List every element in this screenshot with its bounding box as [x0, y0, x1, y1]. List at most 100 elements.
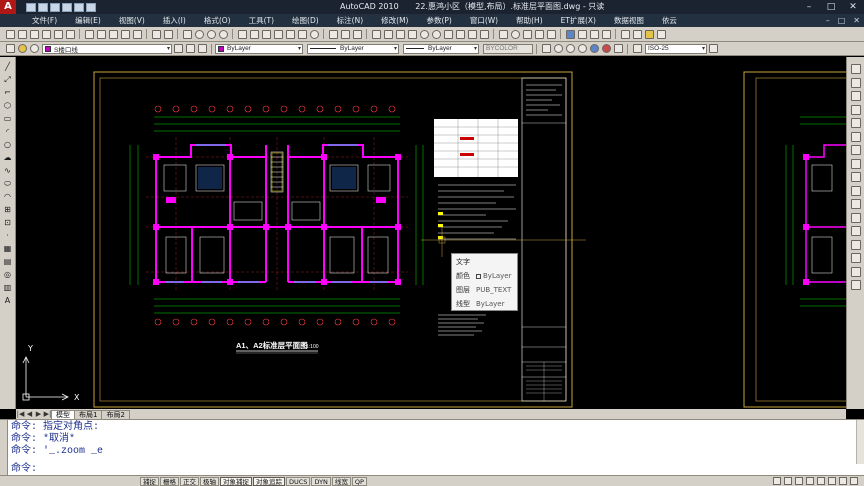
rotate-icon[interactable]: [850, 145, 861, 155]
layer-match-icon[interactable]: [197, 44, 207, 53]
markup-icon[interactable]: [285, 29, 295, 39]
zoom-realtime-icon[interactable]: [194, 29, 204, 39]
lineweight-dropdown[interactable]: ByLayer ▾: [403, 43, 479, 54]
menu-edit[interactable]: 编辑(E): [75, 15, 101, 26]
ellipse-icon[interactable]: ⬭: [3, 179, 13, 189]
menu-format[interactable]: 格式(O): [204, 15, 231, 26]
annotation-scale-icon[interactable]: [817, 477, 825, 485]
layer-on-icon[interactable]: [17, 44, 27, 53]
dim-update-icon[interactable]: [546, 29, 556, 39]
otrack-toggle[interactable]: 对象追踪: [253, 476, 285, 486]
doc-minimize-button[interactable]: –: [826, 14, 830, 27]
break-at-point-icon[interactable]: [850, 212, 861, 223]
print-icon[interactable]: [41, 29, 51, 39]
paste-icon[interactable]: [108, 29, 118, 39]
continue-dim-icon[interactable]: [479, 29, 489, 39]
fillet-icon[interactable]: [850, 266, 861, 277]
menu-help[interactable]: 帮助(H): [516, 15, 543, 26]
dim-text-edit-icon[interactable]: [534, 29, 544, 39]
menu-view[interactable]: 视图(V): [119, 15, 145, 26]
layer-previous-icon[interactable]: [185, 44, 195, 53]
offset-icon[interactable]: [850, 104, 861, 115]
layer-properties-icon[interactable]: [328, 29, 338, 39]
ducs-toggle[interactable]: DUCS: [286, 476, 311, 486]
make-block-icon[interactable]: ⊡: [3, 218, 13, 228]
menu-draw[interactable]: 绘图(D): [292, 15, 319, 26]
layer-previous-icon[interactable]: [352, 29, 362, 39]
insert-block-icon[interactable]: ⊞: [3, 205, 13, 215]
tolerance-icon[interactable]: [498, 29, 508, 39]
color-dropdown[interactable]: ByLayer ▾: [215, 43, 303, 54]
arc-length-icon[interactable]: [395, 29, 405, 39]
ellipse-arc-icon[interactable]: ◠: [3, 192, 13, 202]
osnap-endpoint-icon[interactable]: [553, 44, 563, 53]
layer-state-icon[interactable]: [340, 29, 350, 39]
zoom-window-icon[interactable]: [206, 29, 216, 39]
tab-layout2[interactable]: 布局2: [101, 410, 130, 419]
ordinate-dim-icon[interactable]: [407, 29, 417, 39]
pan-icon[interactable]: [182, 29, 192, 39]
copy-object-icon[interactable]: [850, 77, 861, 88]
match-properties-icon[interactable]: [120, 29, 130, 39]
trim-icon[interactable]: [850, 185, 861, 196]
zoom-status-icon[interactable]: [806, 477, 814, 485]
save-icon[interactable]: [29, 29, 39, 39]
doc-close-button[interactable]: ✕: [853, 14, 860, 27]
quick-dim-icon[interactable]: [455, 29, 465, 39]
center-mark-icon[interactable]: [510, 29, 520, 39]
hatch-icon[interactable]: ▦: [3, 244, 13, 254]
command-window-grip[interactable]: [0, 420, 8, 476]
tool-palettes-icon[interactable]: [261, 29, 271, 39]
doc-restore-button[interactable]: □: [838, 14, 846, 27]
extend-icon[interactable]: [850, 199, 861, 209]
maximize-button[interactable]: □: [820, 0, 842, 14]
undo-icon[interactable]: [151, 29, 161, 39]
point-icon[interactable]: ·: [3, 231, 13, 241]
join-icon[interactable]: [850, 239, 861, 250]
model-space-icon[interactable]: [773, 477, 781, 485]
explode-icon[interactable]: [850, 280, 861, 290]
linear-dim-icon[interactable]: [371, 29, 381, 39]
polyline-icon[interactable]: ⌐: [3, 88, 13, 98]
grid-toggle[interactable]: 栅格: [160, 476, 179, 486]
line-icon[interactable]: ╱: [3, 62, 13, 72]
material-icon[interactable]: [601, 44, 611, 53]
snap-toggle[interactable]: 捕捉: [140, 476, 159, 486]
dim-edit-icon[interactable]: [522, 29, 532, 39]
menu-yiyun[interactable]: 依云: [662, 15, 677, 26]
aligned-dim-icon[interactable]: [383, 29, 393, 39]
revision-cloud-icon[interactable]: ☁: [3, 153, 13, 163]
redo-icon[interactable]: [163, 29, 173, 39]
lineweight-toggle[interactable]: 线宽: [331, 476, 351, 486]
render-icon[interactable]: [565, 29, 575, 39]
move-icon[interactable]: [850, 131, 861, 142]
rectangle-icon[interactable]: ▭: [3, 114, 13, 124]
pan-status-icon[interactable]: [795, 477, 803, 485]
snap-tool-icon[interactable]: [541, 44, 551, 53]
copy-icon[interactable]: [96, 29, 106, 39]
tab-next-button[interactable]: ▶: [34, 409, 43, 419]
menu-dimension[interactable]: 标注(N): [337, 15, 363, 26]
view-icon[interactable]: [577, 29, 587, 39]
visual-style-icon[interactable]: [589, 29, 599, 39]
linetype-dropdown[interactable]: ByLayer ▾: [307, 43, 399, 54]
dimstyle-dropdown[interactable]: ISO-25 ▾: [645, 43, 707, 54]
undo-icon[interactable]: [62, 2, 72, 12]
properties-icon[interactable]: [237, 29, 247, 39]
layout-icon[interactable]: [784, 477, 792, 485]
baseline-dim-icon[interactable]: [467, 29, 477, 39]
close-button[interactable]: ✕: [842, 0, 864, 14]
new-file-icon[interactable]: [26, 2, 36, 12]
redo-icon[interactable]: [74, 2, 84, 12]
menu-et-extension[interactable]: ET扩展(X): [561, 15, 596, 26]
save-file-icon[interactable]: [50, 2, 60, 12]
tab-model[interactable]: 模型: [51, 410, 75, 419]
dimstyle-manager-icon[interactable]: [708, 44, 718, 53]
scale-tool-icon[interactable]: [613, 44, 623, 53]
clean-screen-icon[interactable]: [850, 477, 858, 485]
new-icon[interactable]: [5, 29, 15, 39]
break-icon[interactable]: [850, 226, 861, 236]
minimize-button[interactable]: –: [798, 0, 820, 14]
highlight-icon[interactable]: [644, 29, 654, 39]
chamfer-icon[interactable]: [850, 253, 861, 263]
